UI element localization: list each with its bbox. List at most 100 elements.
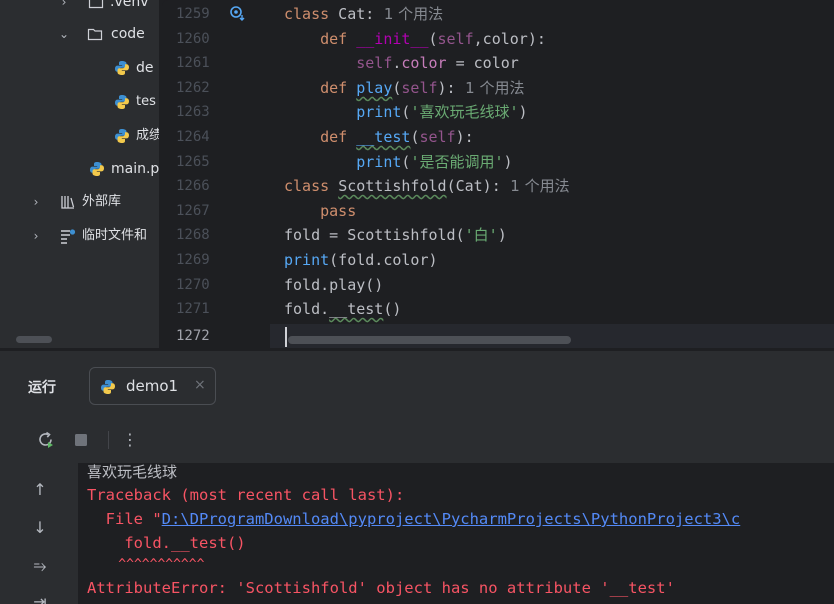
private-attribute-ref: __test <box>329 300 384 319</box>
paren: ( <box>428 29 438 48</box>
console-output[interactable]: 喜欢玩毛线球 Traceback (most recent call last)… <box>78 463 834 604</box>
console-line-error: AttributeError: 'Scottishfold' object ha… <box>87 579 675 597</box>
code-text: (fold.color) <box>329 251 438 269</box>
method-name: __init__ <box>356 29 429 48</box>
tree-item-code[interactable]: ⌄ code <box>0 22 159 46</box>
usage-hint[interactable]: 1 个用法 <box>374 5 443 23</box>
keyword: class <box>284 5 330 23</box>
stop-icon[interactable] <box>71 430 91 450</box>
line-number-gutter: 1259 1260 1261 1262 1263 1264 1265 1266 … <box>162 0 270 348</box>
attribute: color <box>401 54 447 73</box>
python-file-icon <box>115 129 129 143</box>
code-text: fold = Scottishfold( <box>284 226 465 245</box>
code-text: ,color): <box>473 29 546 48</box>
tree-horizontal-scrollbar[interactable] <box>16 336 52 343</box>
close-icon[interactable]: × <box>194 377 206 393</box>
code-editor[interactable]: 1259 1260 1261 1262 1263 1264 1265 1266 … <box>162 0 834 348</box>
keyword: def <box>320 29 348 48</box>
library-icon <box>61 196 75 209</box>
code-line[interactable]: def __test(self): <box>284 125 474 150</box>
text-caret <box>285 327 287 347</box>
code-line[interactable]: def play(self): 1 个用法 <box>284 76 524 101</box>
code-line[interactable]: fold.play() <box>284 273 383 298</box>
self-param: self <box>437 29 474 48</box>
tree-item-label: 外部库 <box>82 194 122 209</box>
tree-item-label: 临时文件和 <box>82 228 148 243</box>
code-line[interactable]: print('喜欢玩毛线球') <box>284 100 528 125</box>
keyword: def <box>320 78 348 97</box>
line-number: 1259 <box>176 6 210 22</box>
tree-item-label: de <box>136 60 154 76</box>
chevron-down-icon[interactable]: ⌄ <box>58 22 70 46</box>
run-tool-window: 运行 demo1 × ⋮ ↑ ↓ ⥱ ⇥ 喜欢玩毛线球 Traceback (m… <box>0 350 834 604</box>
console-line-error: ^^^^^^^^^^^ <box>87 557 205 572</box>
code-line[interactable]: pass <box>284 199 356 224</box>
tree-item-venv[interactable]: › .venv <box>0 0 159 14</box>
file-path-link[interactable]: D:\DProgramDownload\pyproject\PycharmPro… <box>162 510 741 528</box>
scratch-icon <box>61 229 76 244</box>
run-tab-label: demo1 <box>126 377 179 395</box>
code-line[interactable]: self.color = color <box>284 51 519 76</box>
class-name: Cat: <box>329 5 375 23</box>
chevron-right-icon[interactable]: › <box>30 190 42 214</box>
paren: ) <box>497 226 507 245</box>
string-literal: '是否能调用' <box>410 152 504 171</box>
tree-item-file[interactable]: de <box>0 56 159 80</box>
line-number: 1264 <box>176 129 210 145</box>
soft-wrap-icon[interactable]: ⥱ <box>30 556 50 576</box>
class-name: Scottishfold <box>338 177 447 196</box>
code-line[interactable]: fold = Scottishfold('白') <box>284 223 507 248</box>
line-number: 1265 <box>176 153 210 170</box>
console-side-toolbar: ↑ ↓ ⥱ ⇥ <box>0 461 78 604</box>
tree-item-file[interactable]: tes <box>0 90 159 114</box>
scroll-to-end-icon[interactable]: ⇥ <box>30 592 50 604</box>
code-line[interactable]: fold.__test() <box>284 297 401 322</box>
run-tab-demo1[interactable]: demo1 × <box>89 367 216 405</box>
python-file-icon <box>90 162 104 176</box>
usage-hint[interactable]: 1 个用法 <box>501 177 569 195</box>
code-text: = color <box>446 54 519 73</box>
more-options-icon[interactable]: ⋮ <box>120 430 140 450</box>
code-text: () <box>383 300 402 319</box>
rerun-icon[interactable] <box>36 430 56 450</box>
tree-item-label: main.p <box>111 161 159 177</box>
tree-item-label: 成绩 <box>136 128 159 143</box>
paren: ) <box>503 152 513 171</box>
editor-horizontal-scrollbar[interactable] <box>288 336 571 344</box>
code-text: ): <box>455 128 474 146</box>
code-line[interactable]: class Cat: 1 个用法 <box>284 2 443 27</box>
code-line[interactable]: print('是否能调用') <box>284 150 513 175</box>
tree-item-label: tes <box>136 94 156 109</box>
paren: ) <box>518 103 528 122</box>
console-line: 喜欢玩毛线球 <box>87 463 178 481</box>
scroll-up-icon[interactable]: ↑ <box>30 480 50 500</box>
line-number: 1270 <box>176 276 210 293</box>
scroll-down-icon[interactable]: ↓ <box>30 518 50 538</box>
method-name: __test <box>356 128 411 146</box>
string-literal: '白' <box>464 226 498 245</box>
keyword: class <box>284 177 330 196</box>
implemented-method-icon[interactable] <box>229 5 247 21</box>
line-number: 1271 <box>176 301 210 318</box>
tree-item-label: .venv <box>110 0 149 10</box>
tree-item-file[interactable]: 成绩 <box>0 124 159 148</box>
code-line[interactable]: def __init__(self,color): <box>284 27 546 52</box>
tree-item-scratches[interactable]: › 临时文件和 <box>0 224 159 248</box>
builtin-call: print <box>356 152 402 171</box>
tree-item-main[interactable]: main.p <box>0 157 159 181</box>
self-param: self <box>419 128 456 146</box>
console-line-error: File "D:\DProgramDownload\pyproject\Pych… <box>87 508 741 530</box>
code-line[interactable]: print(fold.color) <box>284 248 438 273</box>
line-number: 1261 <box>176 55 210 72</box>
tree-item-external-libraries[interactable]: › 外部库 <box>0 190 159 214</box>
console-line-error: fold.__test() <box>87 534 246 552</box>
self-param: self <box>401 78 438 97</box>
chevron-right-icon[interactable]: › <box>58 0 70 14</box>
chevron-right-icon[interactable]: › <box>30 224 42 248</box>
usage-hint[interactable]: 1 个用法 <box>456 79 524 97</box>
code-line[interactable]: class Scottishfold(Cat): 1 个用法 <box>284 174 570 199</box>
line-number-current: 1272 <box>176 328 210 344</box>
